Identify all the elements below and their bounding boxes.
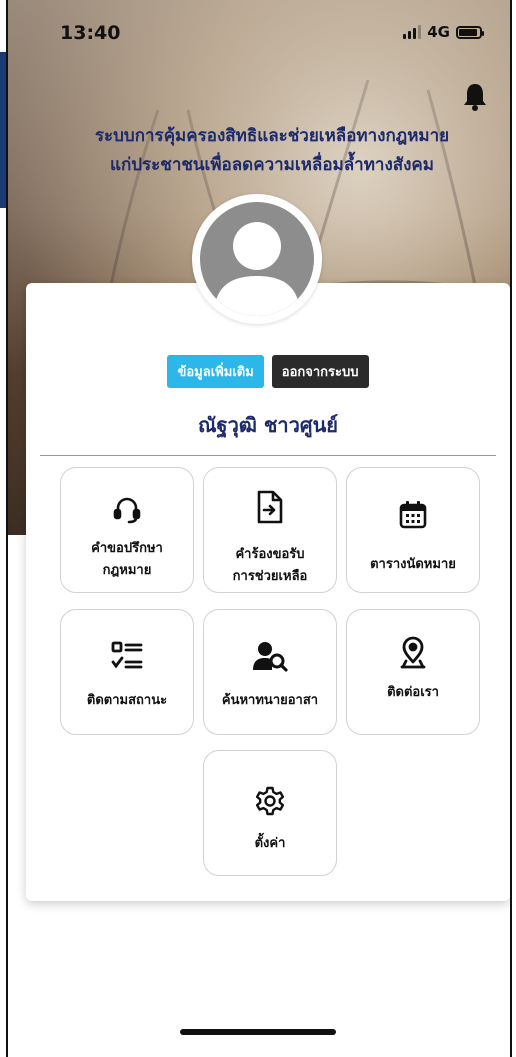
- menu-tile-label-line2: กฎหมาย: [102, 563, 152, 578]
- menu-tile-label: ค้นหาทนายอาสา: [204, 690, 336, 712]
- menu-tile-label-line1: ค้นหาทนายอาสา: [221, 693, 319, 708]
- file-arrow-icon: [204, 490, 336, 526]
- more-info-button[interactable]: ข้อมูลเพิ่มเติม: [167, 355, 264, 388]
- menu-tile-label-line1: คำขอปรึกษา: [91, 541, 163, 556]
- logout-button[interactable]: ออกจากระบบ: [271, 355, 369, 388]
- menu-tile-label-line1: ตารางนัดหมาย: [370, 557, 456, 572]
- user-avatar-icon: [200, 202, 314, 316]
- app-title: ระบบการคุ้มครองสิทธิและช่วยเหลือทางกฎหมา…: [22, 122, 510, 180]
- menu-tile-label-line1: ติดตามสถานะ: [86, 693, 168, 708]
- menu-tile-label-line1: ติดต่อเรา: [387, 685, 439, 700]
- menu-tile-label: ติดต่อเรา: [347, 682, 479, 704]
- network-type: 4G: [427, 23, 450, 41]
- profile-actions: ข้อมูลเพิ่มเติม ออกจากระบบ: [26, 355, 510, 388]
- profile-avatar[interactable]: [192, 194, 322, 324]
- home-indicator[interactable]: [180, 1029, 336, 1035]
- menu-tile-contact-us[interactable]: ติดต่อเรา: [346, 609, 480, 735]
- menu-tile-appointments[interactable]: ตารางนัดหมาย: [346, 467, 480, 593]
- checklist-icon: [61, 640, 193, 676]
- status-indicators: 4G: [403, 23, 484, 41]
- user-name: ณัฐวุฒิ ชาวศูนย์: [198, 413, 338, 437]
- menu-tile-settings[interactable]: ตั้งค่า: [203, 750, 337, 876]
- calendar-icon: [347, 500, 479, 536]
- menu-tile-label: ติดตามสถานะ: [61, 690, 193, 712]
- bell-icon[interactable]: [462, 82, 488, 112]
- menu-tile-find-volunteer-lawyer[interactable]: ค้นหาทนายอาสา: [203, 609, 337, 735]
- user-search-icon: [204, 640, 336, 676]
- signal-icon: [403, 25, 422, 39]
- menu-tile-label: ตารางนัดหมาย: [347, 554, 479, 576]
- app-screen: 13:40 4G ระบบการคุ้มครองสิทธิและช่วยเหลื…: [6, 0, 512, 1057]
- menu-tile-legal-consultation[interactable]: คำขอปรึกษา กฎหมาย: [60, 467, 194, 593]
- menu-tile-label: คำขอปรึกษา กฎหมาย: [61, 538, 193, 582]
- menu-tile-label: คำร้องขอรับ การช่วยเหลือ: [204, 544, 336, 588]
- menu-tile-label-line1: ตั้งค่า: [254, 836, 286, 851]
- profile-card: ข้อมูลเพิ่มเติม ออกจากระบบ ณัฐวุฒิ ชาวศู…: [26, 283, 510, 901]
- clock-time: 13:40: [60, 22, 121, 44]
- gear-icon: [204, 785, 336, 821]
- menu-tile-label: ตั้งค่า: [204, 833, 336, 855]
- menu-tile-label-line2: การช่วยเหลือ: [232, 569, 308, 584]
- status-bar: 13:40 4G: [8, 0, 510, 70]
- menu-tile-track-status[interactable]: ติดตามสถานะ: [60, 609, 194, 735]
- app-title-line1: ระบบการคุ้มครองสิทธิและช่วยเหลือทางกฎหมา…: [94, 126, 450, 146]
- menu-tile-assistance-request[interactable]: คำร้องขอรับ การช่วยเหลือ: [203, 467, 337, 593]
- location-pin-icon: [347, 636, 479, 672]
- divider: [40, 455, 496, 456]
- battery-icon: [456, 25, 484, 39]
- headset-icon: [61, 494, 193, 530]
- menu-tile-label-line1: คำร้องขอรับ: [235, 547, 305, 562]
- left-accent-bar: [0, 52, 6, 208]
- app-title-line2: แก่ประชาชนเพื่อลดความเหลื่อมล้ำทางสังคม: [109, 155, 435, 175]
